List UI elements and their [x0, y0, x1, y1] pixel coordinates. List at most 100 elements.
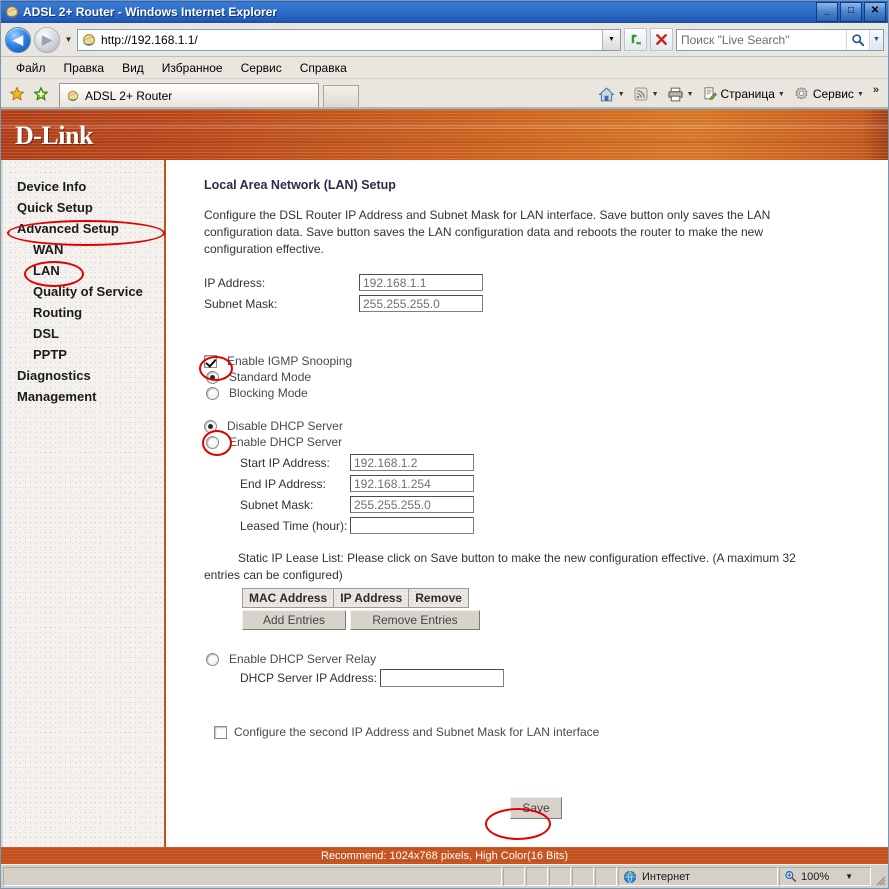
status-slot-4 [572, 867, 594, 886]
ip-address-row: IP Address: 192.168.1.1 [204, 274, 888, 291]
search-dropdown-button[interactable]: ▼ [869, 29, 883, 50]
security-zone-indicator[interactable]: Интернет [618, 867, 778, 886]
refresh-button[interactable] [624, 28, 647, 51]
add-entries-button[interactable]: Add Entries [242, 610, 346, 630]
home-icon [597, 86, 615, 101]
print-button[interactable]: ▼ [665, 82, 700, 106]
maximize-button[interactable]: □ [840, 2, 862, 22]
sidebar-navigation: Device Info Quick Setup Advanced Setup W… [1, 160, 166, 847]
stop-icon [656, 34, 667, 45]
tools-menu-button[interactable]: Сервис ▼ [791, 82, 870, 106]
page-menu-label: Страница [720, 87, 775, 101]
address-dropdown-button[interactable]: ▼ [602, 29, 620, 50]
search-submit-button[interactable] [846, 29, 869, 50]
sidebar-item-pptp[interactable]: PPTP [3, 344, 164, 365]
favorites-center-button[interactable] [5, 81, 29, 107]
window-title: ADSL 2+ Router - Windows Internet Explor… [23, 5, 278, 19]
dhcp-relay-ip-label: DHCP Server IP Address: [240, 671, 377, 685]
remove-entries-button[interactable]: Remove Entries [350, 610, 480, 630]
dhcp-relay-ip-field[interactable] [380, 669, 504, 687]
blocking-mode-label: Blocking Mode [229, 386, 308, 400]
save-button[interactable]: Save [510, 797, 562, 819]
history-dropdown-button[interactable]: ▼ [63, 35, 74, 44]
search-input[interactable]: Поиск "Live Search" [677, 33, 846, 47]
tab-favicon-icon [66, 89, 80, 103]
subnet-mask-field[interactable]: 255.255.255.0 [359, 295, 483, 312]
back-button[interactable]: ◀ [5, 26, 31, 53]
web-page: D-Link Device Info Quick Setup Advanced … [1, 109, 888, 864]
zoom-caret-icon[interactable]: ▼ [845, 872, 853, 881]
new-tab-button[interactable] [323, 85, 359, 107]
address-bar[interactable]: http://192.168.1.1/ ▼ [77, 28, 621, 51]
menu-bar: Файл Правка Вид Избранное Сервис Справка [1, 57, 888, 79]
configure-second-ip-checkbox[interactable] [214, 725, 227, 739]
sidebar-item-dsl[interactable]: DSL [3, 323, 164, 344]
enable-dhcp-relay-radio[interactable] [206, 652, 219, 666]
home-button[interactable]: ▼ [596, 82, 631, 106]
zoom-label: 100% [801, 870, 830, 883]
enable-igmp-snooping-checkbox[interactable] [204, 354, 217, 368]
dhcp-subnet-field[interactable]: 255.255.255.0 [350, 496, 474, 513]
menu-item-favorites[interactable]: Избранное [153, 59, 232, 77]
sidebar-item-diagnostics[interactable]: Diagnostics [3, 365, 164, 386]
tools-caret-icon[interactable]: ▼ [857, 91, 864, 98]
standard-mode-row: Standard Mode [206, 370, 888, 384]
page-caret-icon[interactable]: ▼ [778, 91, 785, 98]
enable-dhcp-relay-label: Enable DHCP Server Relay [229, 652, 377, 666]
sidebar-item-advanced-setup[interactable]: Advanced Setup [3, 218, 164, 239]
standard-mode-label: Standard Mode [229, 370, 312, 384]
page-content: Device Info Quick Setup Advanced Setup W… [1, 160, 888, 847]
save-button-row: Save [184, 797, 888, 819]
globe-icon [623, 870, 637, 883]
menu-item-tools[interactable]: Сервис [232, 59, 291, 77]
sidebar-item-device-info[interactable]: Device Info [3, 176, 164, 197]
end-ip-field[interactable]: 192.168.1.254 [350, 475, 474, 492]
search-box[interactable]: Поиск "Live Search" ▼ [676, 28, 884, 51]
leased-time-row: Leased Time (hour): [240, 517, 888, 534]
page-menu-button[interactable]: Страница ▼ [700, 82, 791, 106]
command-bar-overflow-button[interactable]: » [870, 84, 882, 104]
subnet-mask-label: Subnet Mask: [204, 296, 278, 311]
feeds-button[interactable]: ▼ [631, 82, 665, 106]
igmp-snooping-row: Enable IGMP Snooping [204, 354, 888, 368]
leased-time-field[interactable] [350, 517, 474, 534]
feeds-caret-icon[interactable]: ▼ [652, 91, 659, 98]
print-caret-icon[interactable]: ▼ [687, 91, 694, 98]
minimize-button[interactable]: _ [816, 2, 838, 22]
sidebar-item-quality-of-service[interactable]: Quality of Service [3, 281, 164, 302]
enable-dhcp-server-radio[interactable] [206, 435, 219, 449]
address-input[interactable]: http://192.168.1.1/ [101, 33, 602, 47]
start-ip-field[interactable]: 192.168.1.2 [350, 454, 474, 471]
sidebar-item-routing[interactable]: Routing [3, 302, 164, 323]
enable-dhcp-server-label: Enable DHCP Server [229, 435, 343, 449]
zoom-control[interactable]: 100% ▼ [779, 867, 871, 886]
resize-grip[interactable] [872, 867, 886, 886]
sidebar-item-quick-setup[interactable]: Quick Setup [3, 197, 164, 218]
status-slot-5 [595, 867, 617, 886]
stop-button[interactable] [650, 28, 673, 51]
standard-mode-radio[interactable] [206, 370, 219, 384]
disable-dhcp-server-radio[interactable] [204, 419, 217, 433]
add-favorite-icon [33, 86, 49, 101]
page-favicon-icon [81, 32, 97, 48]
browser-tab-adsl-router[interactable]: ADSL 2+ Router [59, 83, 319, 107]
menu-item-view[interactable]: Вид [113, 59, 153, 77]
add-to-favorites-button[interactable] [29, 81, 53, 107]
dhcp-relay-ip-row: DHCP Server IP Address: [240, 669, 888, 687]
security-zone-label: Интернет [642, 870, 690, 883]
forward-button[interactable]: ▶ [34, 26, 60, 53]
ip-address-field[interactable]: 192.168.1.1 [359, 274, 483, 291]
title-bar: ADSL 2+ Router - Windows Internet Explor… [1, 1, 888, 23]
sidebar-item-wan[interactable]: WAN [3, 239, 164, 260]
home-caret-icon[interactable]: ▼ [618, 91, 625, 98]
menu-item-edit[interactable]: Правка [55, 59, 114, 77]
close-button[interactable]: ✕ [864, 2, 886, 22]
main-panel: Local Area Network (LAN) Setup Configure… [166, 160, 888, 847]
status-bar: Интернет 100% ▼ [1, 864, 888, 888]
sidebar-item-lan[interactable]: LAN [3, 260, 164, 281]
blocking-mode-radio[interactable] [206, 386, 219, 400]
menu-item-help[interactable]: Справка [291, 59, 356, 77]
menu-item-file[interactable]: Файл [7, 59, 55, 77]
static-lease-note: Static IP Lease List: Please click on Sa… [204, 551, 796, 582]
sidebar-item-management[interactable]: Management [3, 386, 164, 407]
